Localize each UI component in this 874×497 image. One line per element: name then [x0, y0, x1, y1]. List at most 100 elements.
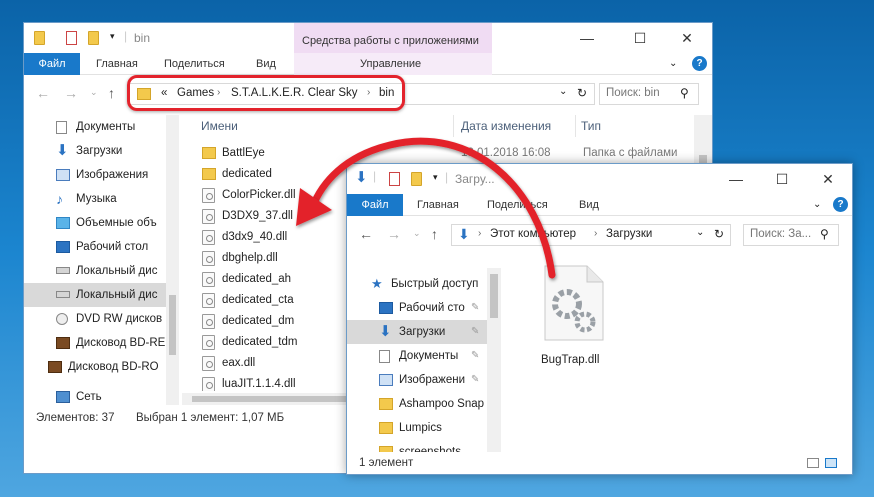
quick-access-dropdown-icon[interactable]: ▾: [433, 172, 438, 183]
refresh-icon[interactable]: ↻: [714, 227, 724, 241]
folder-icon: [34, 31, 45, 45]
sidebar-item-ashampoo[interactable]: Ashampoo Snap: [347, 392, 487, 416]
folder-icon: [202, 168, 216, 180]
ribbon-tabs: Файл Главная Поделиться Вид ⌄ ?: [347, 194, 852, 216]
search-box[interactable]: Поиск: За... ⚲: [743, 224, 839, 246]
ribbon-expand-icon[interactable]: ⌄: [669, 58, 677, 69]
tab-share[interactable]: Поделиться: [164, 58, 225, 70]
sidebar-scrollbar[interactable]: [487, 268, 501, 452]
column-date[interactable]: Дата изменения: [461, 119, 551, 133]
recent-dropdown-icon[interactable]: ⌄: [413, 228, 421, 239]
search-input[interactable]: Поиск: За...: [750, 228, 811, 240]
maximize-button[interactable]: ☐: [767, 168, 797, 190]
back-arrow-icon[interactable]: ←: [36, 85, 50, 101]
sidebar-scroll-thumb[interactable]: [490, 274, 498, 318]
search-icon[interactable]: ⚲: [820, 227, 829, 241]
sidebar-item-documents[interactable]: Документы: [24, 115, 166, 139]
sidebar-scroll-thumb[interactable]: [169, 295, 176, 355]
drive-icon: [56, 291, 70, 298]
list-item[interactable]: BattlEye 13.01.2018 16:08 Папка с файлами: [202, 143, 682, 164]
tab-view[interactable]: Вид: [256, 58, 276, 70]
column-name[interactable]: Имени: [201, 119, 238, 133]
tab-file[interactable]: Файл: [347, 194, 403, 216]
pin-icon[interactable]: ✎: [471, 344, 479, 368]
sidebar-item-network[interactable]: Сеть: [24, 385, 166, 409]
title-bar[interactable]: ⬇ | ▾ | Загру... — ☐ ✕: [347, 164, 852, 194]
desktop-icon: [56, 241, 70, 253]
minimize-button[interactable]: —: [572, 27, 602, 49]
address-dropdown-icon[interactable]: ⌄: [559, 86, 567, 97]
large-icons-view-icon[interactable]: [825, 458, 837, 468]
back-arrow-icon[interactable]: ←: [359, 226, 373, 242]
sidebar-scrollbar[interactable]: [166, 115, 179, 405]
tab-view[interactable]: Вид: [579, 199, 599, 211]
address-bar-row: ← → ⌄ ↑ ⬇ › Этот компьютер › Загрузки ⌄ …: [347, 222, 852, 248]
tab-home[interactable]: Главная: [417, 199, 459, 211]
quick-access-dropdown-icon[interactable]: ▾: [110, 31, 115, 42]
up-arrow-icon[interactable]: ↑: [108, 85, 115, 101]
address-bar[interactable]: ⬇ › Этот компьютер › Загрузки ⌄ ↻: [451, 224, 731, 246]
sidebar-item-screenshots[interactable]: screenshots: [347, 440, 487, 452]
sidebar-item-pictures[interactable]: Изображени ✎: [347, 368, 487, 392]
refresh-icon[interactable]: ↻: [577, 86, 587, 100]
disc-icon: [56, 313, 68, 325]
file-name: BugTrap.dll: [541, 354, 600, 366]
dll-file-icon: [202, 230, 215, 245]
download-arrow-icon: ⬇: [458, 226, 470, 242]
search-box[interactable]: Поиск: bin ⚲: [599, 83, 699, 105]
sidebar-item-quick-access[interactable]: ★ Быстрый доступ: [347, 272, 487, 296]
window-title: Загру...: [455, 172, 495, 186]
sidebar-item-bd-rom[interactable]: Дисковод BD-RO: [24, 355, 166, 379]
close-button[interactable]: ✕: [813, 168, 843, 190]
file-icon: [202, 272, 215, 287]
tab-file[interactable]: Файл: [24, 53, 80, 75]
document-icon: [56, 121, 67, 134]
help-icon[interactable]: ?: [692, 56, 707, 71]
address-dropdown-icon[interactable]: ⌄: [696, 227, 704, 238]
recent-dropdown-icon[interactable]: ⌄: [90, 87, 98, 98]
properties-icon[interactable]: [389, 172, 400, 186]
sidebar-item-lumpics[interactable]: Lumpics: [347, 416, 487, 440]
pin-icon[interactable]: ✎: [471, 368, 479, 392]
sidebar-item-music[interactable]: ♪ Музыка: [24, 187, 166, 211]
breadcrumb-this-pc[interactable]: Этот компьютер: [490, 228, 576, 240]
sidebar-item-documents[interactable]: Документы ✎: [347, 344, 487, 368]
help-icon[interactable]: ?: [833, 197, 848, 212]
search-input[interactable]: Поиск: bin: [606, 87, 660, 99]
sidebar-item-3d-objects[interactable]: Объемные объ: [24, 211, 166, 235]
column-type[interactable]: Тип: [581, 119, 601, 133]
breadcrumb-downloads[interactable]: Загрузки: [606, 228, 652, 240]
sidebar-item-pictures[interactable]: Изображения: [24, 163, 166, 187]
sidebar-item-local-disk-1[interactable]: Локальный дис: [24, 259, 166, 283]
minimize-button[interactable]: —: [721, 168, 751, 190]
sidebar-item-local-disk-2[interactable]: Локальный дис: [24, 283, 166, 307]
close-button[interactable]: ✕: [672, 27, 702, 49]
sidebar-item-downloads[interactable]: ⬇ Загрузки: [24, 139, 166, 163]
forward-arrow-icon[interactable]: →: [387, 226, 401, 242]
tab-share[interactable]: Поделиться: [487, 199, 548, 211]
sidebar-item-desktop[interactable]: Рабочий стол: [24, 235, 166, 259]
game-disc-icon: [48, 361, 62, 373]
document-icon: [379, 350, 390, 363]
sidebar-item-dvd[interactable]: DVD RW дисков: [24, 307, 166, 331]
explorer-window-downloads: ⬇ | ▾ | Загру... — ☐ ✕ Файл Главная Поде…: [346, 163, 853, 475]
properties-icon[interactable]: [66, 31, 77, 45]
new-folder-icon[interactable]: [411, 172, 422, 186]
search-icon[interactable]: ⚲: [680, 86, 689, 100]
title-bar[interactable]: ▾ | bin Средства работы с приложениями —…: [24, 23, 712, 53]
tab-home[interactable]: Главная: [96, 58, 138, 70]
new-folder-icon[interactable]: [88, 31, 99, 45]
up-arrow-icon[interactable]: ↑: [431, 226, 438, 242]
pin-icon[interactable]: ✎: [471, 320, 479, 344]
file-item-bugtrap[interactable]: BugTrap.dll: [527, 264, 627, 366]
tab-manage[interactable]: Управление: [360, 58, 421, 70]
forward-arrow-icon[interactable]: →: [64, 85, 78, 101]
sidebar-item-bd-re[interactable]: Дисковод BD-RE: [24, 331, 166, 355]
download-arrow-icon: ⬇: [56, 142, 69, 159]
maximize-button[interactable]: ☐: [625, 27, 655, 49]
sidebar-item-downloads[interactable]: ⬇ Загрузки ✎: [347, 320, 487, 344]
sidebar-item-desktop[interactable]: Рабочий сто ✎: [347, 296, 487, 320]
pin-icon[interactable]: ✎: [471, 296, 479, 320]
details-view-icon[interactable]: [807, 458, 819, 468]
ribbon-expand-icon[interactable]: ⌄: [813, 199, 821, 210]
